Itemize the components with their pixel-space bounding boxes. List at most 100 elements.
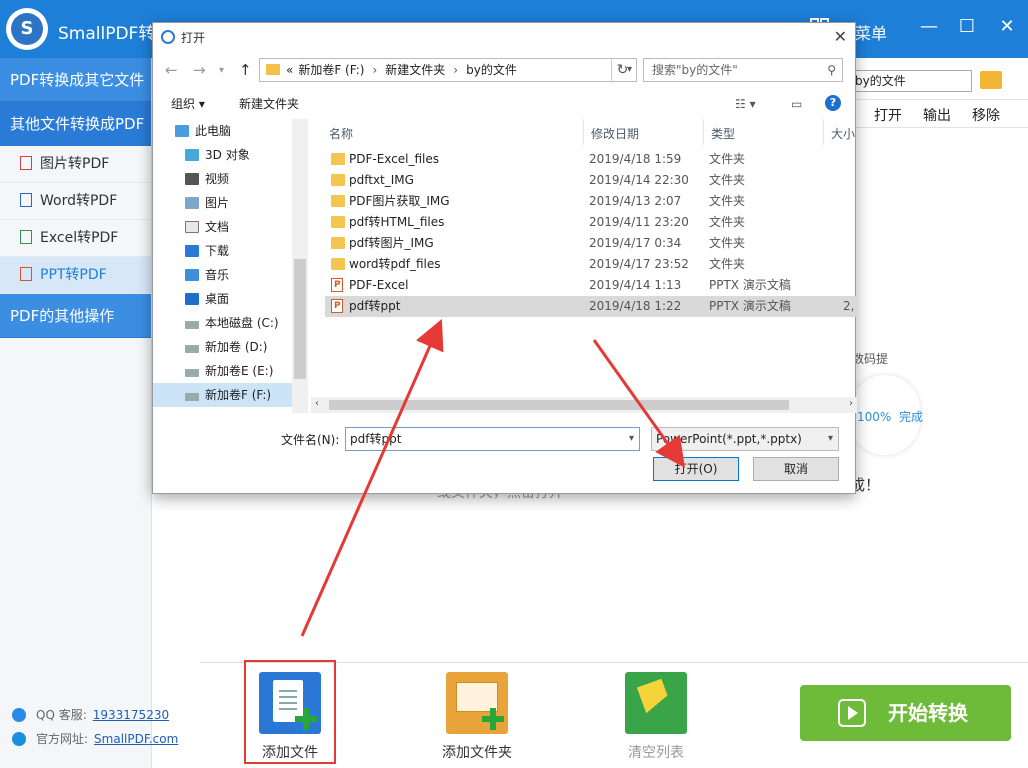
sidebar-item-excel-to-pdf[interactable]: Excel转PDF [0, 220, 151, 257]
add-folder-button[interactable]: 添加文件夹 [432, 672, 522, 762]
breadcrumb-current[interactable]: by的文件 [466, 63, 517, 77]
preview-pane-icon[interactable]: ▭ [791, 97, 802, 111]
tree-item-documents[interactable]: 文档 [153, 215, 307, 239]
folder-row[interactable]: pdftxt_IMG 2019/4/14 22:30 文件夹 [325, 170, 857, 191]
folder-row[interactable]: pdf转图片_IMG 2019/4/17 0:34 文件夹 [325, 233, 857, 254]
cube-icon [185, 149, 199, 161]
word-icon [20, 193, 32, 207]
menu-label[interactable]: 菜单 [855, 20, 887, 44]
tree-item-desktop[interactable]: 桌面 [153, 287, 307, 311]
output-column-label[interactable]: 输出 [923, 105, 951, 125]
add-folder-icon [446, 672, 508, 734]
file-list: 名称 修改日期 类型 大小 PDF-Excel_files 2019/4/18 1… [311, 119, 857, 413]
folder-icon [331, 153, 345, 165]
column-type[interactable]: 类型 [711, 125, 735, 142]
maximize-icon[interactable]: ☐ [954, 14, 980, 40]
help-icon[interactable]: ? [825, 95, 841, 111]
ie-icon [12, 732, 26, 746]
broom-icon [625, 672, 687, 734]
drive-icon [185, 369, 199, 377]
sidebar-item-word-to-pdf[interactable]: Word转PDF [0, 183, 151, 220]
tree-item-music[interactable]: 音乐 [153, 263, 307, 287]
recent-dropdown-icon[interactable]: ▾ [219, 65, 224, 76]
filetype-dropdown-icon[interactable]: ▾ [828, 428, 833, 450]
file-name: pdf转图片_IMG [349, 236, 434, 250]
dialog-close-icon[interactable]: ✕ [834, 27, 847, 46]
folder-icon [331, 195, 345, 207]
excel-icon [20, 230, 32, 244]
music-icon [185, 269, 199, 281]
tree-item-3d-objects[interactable]: 3D 对象 [153, 143, 307, 167]
highlight-box [244, 660, 336, 764]
site-link[interactable]: SmallPDF.com [94, 732, 178, 746]
open-button[interactable]: 打开(O) [653, 457, 739, 481]
forward-arrow-icon[interactable]: → [193, 61, 206, 79]
breadcrumb-drive[interactable]: 新加卷F (F:) [298, 63, 364, 77]
column-date[interactable]: 修改日期 [591, 125, 639, 142]
progress-percent: 100% 完成 [857, 410, 923, 424]
file-row[interactable]: PDF-Excel 2019/4/14 1:13 PPTX 演示文稿 [325, 275, 857, 296]
cancel-button[interactable]: 取消 [753, 457, 839, 481]
tree-item-this-pc[interactable]: 此电脑 [153, 119, 307, 143]
file-row[interactable]: pdf转ppt 2019/4/18 1:22 PPTX 演示文稿 2, [325, 296, 857, 317]
organize-button[interactable]: 组织 ▾ [171, 95, 205, 112]
dialog-title: 打开 [181, 31, 206, 45]
remove-column-label[interactable]: 移除 [972, 105, 1000, 125]
file-name: PDF-Excel [349, 278, 409, 292]
address-bar[interactable]: «新加卷F (F:) › 新建文件夹 › by的文件 ▾ [259, 58, 637, 82]
column-size[interactable]: 大小 [831, 125, 855, 142]
tree-item-pictures[interactable]: 图片 [153, 191, 307, 215]
sidebar-item-ppt-to-pdf[interactable]: PPT转PDF [0, 257, 151, 294]
view-options-icon[interactable]: ☷ ▾ [735, 97, 756, 111]
sidebar-section-pdf-other-ops[interactable]: PDF的其他操作 [0, 294, 151, 338]
filetype-select[interactable]: PowerPoint(*.ppt,*.pptx) ▾ [651, 427, 839, 451]
tree-item-drive-d[interactable]: 新加卷 (D:) [153, 335, 307, 359]
start-convert-button[interactable]: 开始转换 [800, 685, 1011, 741]
tree-item-drive-f[interactable]: 新加卷F (F:) [153, 383, 307, 407]
up-arrow-icon[interactable]: ↑ [239, 61, 252, 79]
official-site: 官方网址: SmallPDF.com [12, 730, 178, 747]
file-type: PPTX 演示文稿 [709, 278, 791, 292]
filename-input[interactable]: pdf转ppt ▾ [345, 427, 640, 451]
picture-icon [185, 197, 199, 209]
qq-number-link[interactable]: 1933175230 [93, 708, 169, 722]
output-path-field[interactable]: by的文件 [850, 70, 972, 92]
filename-dropdown-icon[interactable]: ▾ [629, 428, 634, 450]
ppt-icon [20, 267, 32, 281]
folder-row[interactable]: PDF-Excel_files 2019/4/18 1:59 文件夹 [325, 149, 857, 170]
file-name: PDF-Excel_files [349, 152, 440, 166]
minimize-icon[interactable]: — [916, 14, 942, 40]
sidebar-section-other-to-pdf[interactable]: 其他文件转换成PDF [0, 102, 151, 146]
tree-item-drive-e[interactable]: 新加卷E (E:) [153, 359, 307, 383]
folder-row[interactable]: pdf转HTML_files 2019/4/11 23:20 文件夹 [325, 212, 857, 233]
tree-item-drive-c[interactable]: 本地磁盘 (C:) [153, 311, 307, 335]
nav-scrollbar[interactable] [292, 119, 308, 413]
sidebar-section-pdf-to-other[interactable]: PDF转换成其它文件 [0, 58, 151, 102]
folder-row[interactable]: word转pdf_files 2019/4/17 23:52 文件夹 [325, 254, 857, 275]
open-column-label[interactable]: 打开 [874, 105, 902, 125]
refresh-icon[interactable]: ↻ [611, 58, 633, 82]
file-name: pdftxt_IMG [349, 173, 414, 187]
folder-icon [331, 258, 345, 270]
folder-row[interactable]: PDF图片获取_IMG 2019/4/13 2:07 文件夹 [325, 191, 857, 212]
qq-support: QQ 客服: 1933175230 [12, 706, 169, 723]
sidebar-item-image-to-pdf[interactable]: 图片转PDF [0, 146, 151, 183]
clear-list-button[interactable]: 清空列表 [618, 672, 694, 762]
back-arrow-icon[interactable]: ← [165, 61, 178, 79]
file-type: 文件夹 [709, 236, 746, 250]
horizontal-scrollbar[interactable]: ‹ › [311, 397, 857, 413]
column-name[interactable]: 名称 [329, 125, 353, 142]
folder-icon [331, 216, 345, 228]
folder-browse-icon[interactable] [980, 71, 1002, 89]
tree-item-videos[interactable]: 视频 [153, 167, 307, 191]
file-type: 文件夹 [709, 215, 746, 229]
close-icon[interactable]: ✕ [994, 14, 1020, 40]
document-icon [185, 221, 199, 233]
search-input[interactable]: 搜索"by的文件" ⚲ [643, 58, 843, 82]
new-folder-button[interactable]: 新建文件夹 [239, 95, 299, 112]
tree-item-downloads[interactable]: 下载 [153, 239, 307, 263]
navigation-row: ← → ▾ ↑ «新加卷F (F:) › 新建文件夹 › by的文件 ▾ ↻ 搜索"by… [153, 55, 855, 85]
play-icon [838, 699, 866, 727]
breadcrumb-folder[interactable]: 新建文件夹 [385, 63, 445, 77]
divider [856, 127, 1028, 128]
